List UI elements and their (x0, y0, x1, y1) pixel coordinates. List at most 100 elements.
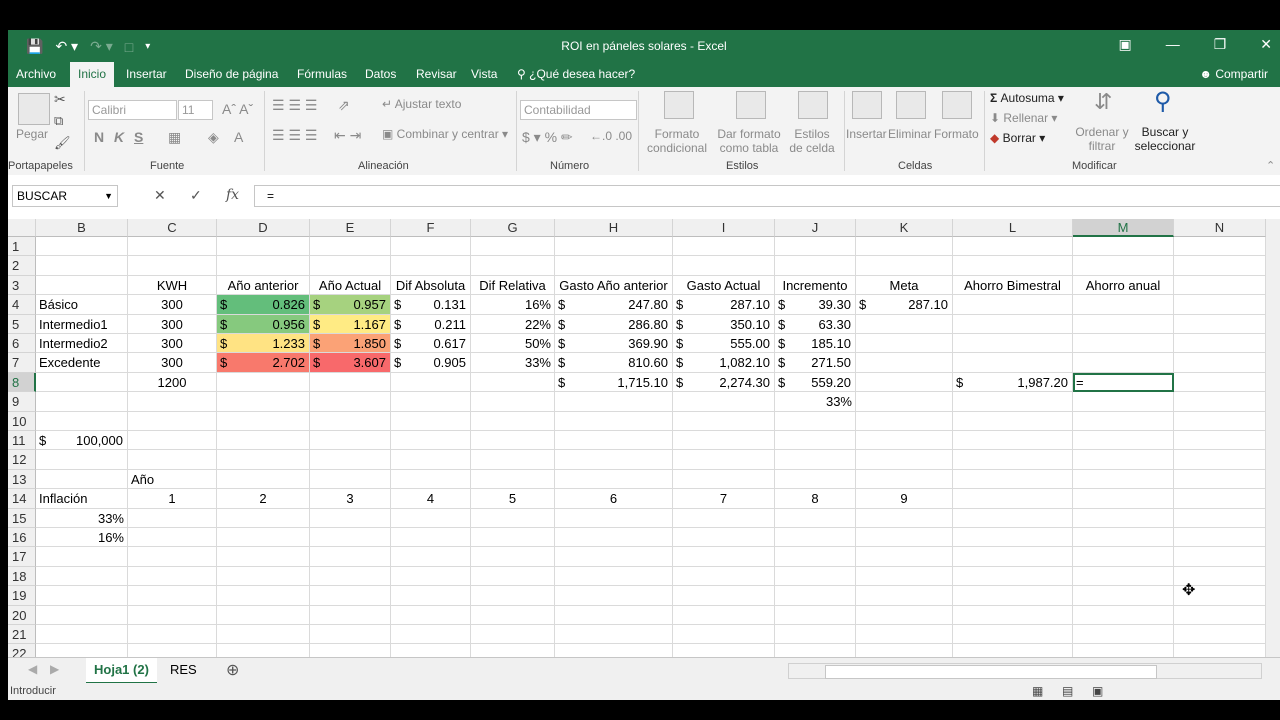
cell-n22[interactable] (1174, 644, 1266, 657)
cell-g21[interactable] (471, 625, 555, 645)
autosum-button[interactable]: Σ Autosuma ▾ (990, 91, 1064, 105)
cell-j3[interactable]: Incremento (775, 275, 856, 296)
cell-f8[interactable] (391, 372, 471, 393)
cell-g10[interactable] (471, 411, 555, 431)
cell-m13[interactable] (1073, 469, 1174, 490)
cell-m5[interactable] (1073, 314, 1174, 334)
sort-filter-icon[interactable]: ⇵ (1094, 89, 1112, 115)
formula-input[interactable]: = (254, 185, 1280, 207)
cell-b4[interactable]: Básico (36, 295, 128, 315)
cell-n1[interactable] (1174, 237, 1266, 257)
cell-f21[interactable] (391, 625, 471, 645)
cell-k5[interactable] (856, 314, 953, 334)
insert-function-icon[interactable]: fx (226, 187, 239, 203)
cell-n20[interactable] (1174, 605, 1266, 625)
cell-d8[interactable] (217, 372, 310, 393)
cell-h20[interactable] (555, 605, 673, 625)
cell-m19[interactable] (1073, 586, 1174, 606)
cell-l12[interactable] (953, 450, 1073, 470)
cell-n6[interactable] (1174, 334, 1266, 354)
accounting-format-icon[interactable]: $ ▾ % ✏ (522, 129, 573, 146)
merge-center-button[interactable]: ▣ Combinar y centrar ▾ (382, 127, 508, 141)
cell-m2[interactable] (1073, 256, 1174, 276)
cell-b7[interactable]: Excedente (36, 353, 128, 373)
cell-c1[interactable] (128, 237, 217, 257)
cell-c11[interactable] (128, 431, 217, 451)
cell-h14[interactable]: 6 (555, 489, 673, 509)
cell-i14[interactable]: 7 (673, 489, 775, 509)
cell-m17[interactable] (1073, 547, 1174, 567)
cell-n5[interactable] (1174, 314, 1266, 334)
cell-n3[interactable] (1174, 275, 1266, 296)
cell-j19[interactable] (775, 586, 856, 606)
cell-k12[interactable] (856, 450, 953, 470)
cell-f14[interactable]: 4 (391, 489, 471, 509)
format-cells-button[interactable]: Formato (934, 127, 979, 141)
cell-i19[interactable] (673, 586, 775, 606)
column-header-l[interactable]: L (953, 219, 1073, 237)
cell-c20[interactable] (128, 605, 217, 625)
cell-i17[interactable] (673, 547, 775, 567)
cell-l2[interactable] (953, 256, 1073, 276)
cell-m4[interactable] (1073, 295, 1174, 315)
cell-h15[interactable] (555, 508, 673, 528)
cell-e21[interactable] (310, 625, 391, 645)
horizontal-scrollbar[interactable] (788, 663, 1262, 679)
cell-h16[interactable] (555, 528, 673, 548)
cell-g14[interactable]: 5 (471, 489, 555, 509)
paste-label[interactable]: Pegar (16, 127, 48, 141)
cell-n10[interactable] (1174, 411, 1266, 431)
cell-h10[interactable] (555, 411, 673, 431)
cell-c22[interactable] (128, 644, 217, 657)
tab-inicio[interactable]: Inicio (70, 62, 115, 87)
cell-m1[interactable] (1073, 237, 1174, 257)
cell-d17[interactable] (217, 547, 310, 567)
decimal-icon[interactable]: ←.0 .00 (590, 129, 632, 143)
grow-font-icon[interactable]: Aˆ Aˇ (222, 101, 253, 117)
tab-insertar[interactable]: Insertar (126, 67, 167, 81)
row-header-17[interactable]: 17 (8, 547, 36, 567)
cell-m11[interactable] (1073, 431, 1174, 451)
cell-c3[interactable]: KWH (128, 275, 217, 296)
cell-b21[interactable] (36, 625, 128, 645)
cell-n16[interactable] (1174, 528, 1266, 548)
cell-b17[interactable] (36, 547, 128, 567)
cell-f4[interactable]: $0.131 (391, 295, 471, 315)
cell-m12[interactable] (1073, 450, 1174, 470)
row-header-15[interactable]: 15 (8, 508, 36, 528)
cell-e9[interactable] (310, 392, 391, 412)
cell-c9[interactable] (128, 392, 217, 412)
cell-g17[interactable] (471, 547, 555, 567)
cell-n15[interactable] (1174, 508, 1266, 528)
cell-e5[interactable]: $1.167 (310, 314, 391, 334)
row-header-4[interactable]: 4 (8, 295, 36, 315)
cell-e14[interactable]: 3 (310, 489, 391, 509)
cell-d13[interactable] (217, 469, 310, 490)
cell-g22[interactable] (471, 644, 555, 657)
row-header-14[interactable]: 14 (8, 489, 36, 509)
sheet-tab-hoja1-2[interactable]: Hoja1 (2) (86, 658, 157, 684)
cell-c12[interactable] (128, 450, 217, 470)
cell-i2[interactable] (673, 256, 775, 276)
cell-d22[interactable] (217, 644, 310, 657)
cell-k18[interactable] (856, 566, 953, 587)
add-sheet-icon[interactable]: ⊕ (226, 660, 239, 680)
cell-b12[interactable] (36, 450, 128, 470)
cell-j11[interactable] (775, 431, 856, 451)
cell-h11[interactable] (555, 431, 673, 451)
cell-e2[interactable] (310, 256, 391, 276)
cell-n8[interactable] (1174, 372, 1266, 393)
sort-filter-button[interactable]: Ordenar y filtrar (1072, 125, 1132, 153)
cell-j14[interactable]: 8 (775, 489, 856, 509)
cell-c8[interactable]: 1200 (128, 372, 217, 393)
borders-icon[interactable]: ▦ (168, 129, 181, 146)
copy-icon[interactable]: ⧉ (54, 113, 63, 129)
cell-m15[interactable] (1073, 508, 1174, 528)
cell-j17[interactable] (775, 547, 856, 567)
row-header-10[interactable]: 10 (8, 411, 36, 431)
number-format-field[interactable]: Contabilidad (520, 100, 637, 120)
cell-d3[interactable]: Año anterior (217, 275, 310, 296)
column-header-g[interactable]: G (471, 219, 555, 237)
cell-j22[interactable] (775, 644, 856, 657)
row-header-7[interactable]: 7 (8, 353, 36, 373)
